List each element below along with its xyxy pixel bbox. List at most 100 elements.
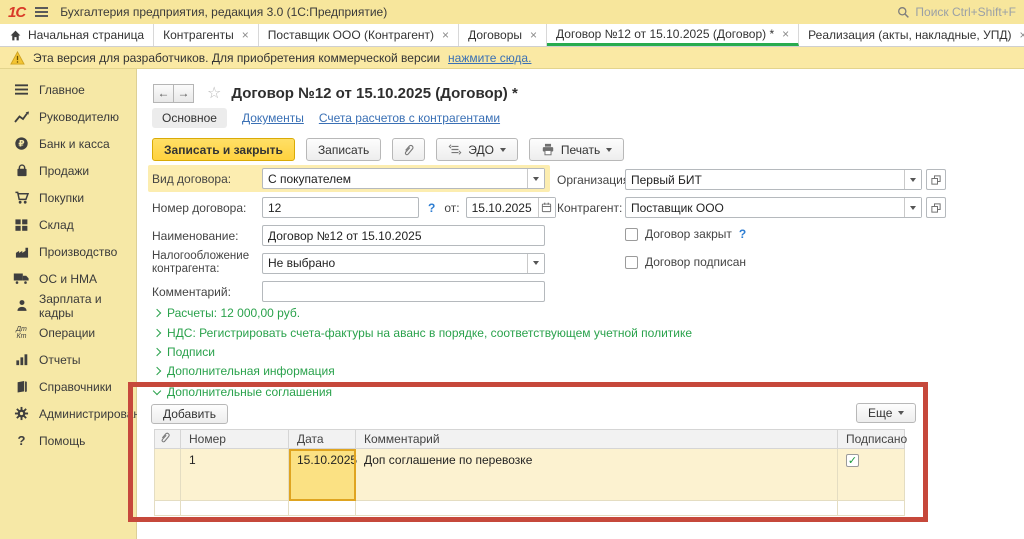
calendar-button[interactable] (538, 198, 555, 217)
sidebar-item-os-i-nma[interactable]: ОС и НМА (0, 265, 136, 292)
global-search[interactable]: Поиск Ctrl+Shift+F (897, 5, 1016, 19)
field-label: Вид договора: (152, 172, 262, 186)
contract-date-input[interactable] (467, 198, 538, 217)
attachment-cell[interactable] (155, 449, 181, 501)
tab-realizaciya[interactable]: Реализация (акты, накладные, УПД) × (799, 24, 1024, 46)
sidebar-item-bank-i-kassa[interactable]: ₽ Банк и касса (0, 130, 136, 157)
close-icon[interactable]: × (530, 28, 537, 42)
section-dop-informaciya[interactable]: Дополнительная информация (152, 364, 335, 378)
nav-link-osnovnoe[interactable]: Основное (152, 108, 227, 128)
section-podpisi[interactable]: Подписи (152, 345, 215, 359)
open-counterparty-button[interactable] (926, 197, 946, 218)
tab-bar: Начальная страница Контрагенты × Поставщ… (0, 24, 1024, 47)
sidebar-item-pokupki[interactable]: Покупки (0, 184, 136, 211)
sidebar-item-operacii[interactable]: ДтКт Операции (0, 319, 136, 346)
close-icon[interactable]: × (1019, 28, 1024, 42)
dropdown-button[interactable] (527, 254, 544, 273)
taxation-value[interactable] (263, 254, 527, 273)
tab-home[interactable]: Начальная страница (0, 24, 154, 46)
sidebar-item-otchety[interactable]: Отчеты (0, 346, 136, 373)
home-icon (9, 29, 22, 42)
sidebar-item-pomoshch[interactable]: ? Помощь (0, 427, 136, 454)
section-dop-soglasheniya[interactable]: Дополнительные соглашения (152, 385, 332, 399)
sidebar-item-glavnoe[interactable]: Главное (0, 76, 136, 103)
taxation-select[interactable] (262, 253, 545, 274)
organization-select[interactable] (625, 169, 922, 190)
tab-kontragenty[interactable]: Контрагенты × (154, 24, 259, 46)
sidebar-label: Продажи (39, 164, 89, 178)
dropdown-button[interactable] (527, 169, 544, 188)
contract-closed-checkbox[interactable] (625, 228, 638, 241)
section-raschety[interactable]: Расчеты: 12 000,00 руб. (152, 306, 300, 320)
sidebar-item-administrirovanie[interactable]: Администрирование (0, 400, 136, 427)
contract-date-field[interactable] (466, 197, 556, 218)
sidebar-item-spravochniki[interactable]: Справочники (0, 373, 136, 400)
column-header-number[interactable]: Номер (181, 430, 289, 449)
attachments-button[interactable] (392, 138, 425, 161)
signed-checkbox-checked[interactable]: ✓ (846, 454, 859, 467)
paperclip-icon (402, 143, 415, 157)
page-title: Договор №12 от 15.10.2025 (Договор) * (231, 85, 517, 102)
close-icon[interactable]: × (442, 28, 449, 42)
save-button[interactable]: Записать (306, 138, 381, 161)
column-header-date[interactable]: Дата (289, 430, 356, 449)
section-label: Расчеты: 12 000,00 руб. (167, 306, 300, 320)
attachment-column-header[interactable] (155, 430, 181, 449)
section-nds[interactable]: НДС: Регистрировать счета-фактуры на ава… (152, 326, 692, 340)
sidebar-item-proizvodstvo[interactable]: Производство (0, 238, 136, 265)
dropdown-button[interactable] (904, 198, 921, 217)
contract-name-input[interactable] (262, 225, 545, 246)
dropdown-button[interactable] (904, 170, 921, 189)
search-placeholder: Поиск Ctrl+Shift+F (915, 5, 1016, 19)
nav-link-scheta-raschetov[interactable]: Счета расчетов с контрагентами (319, 111, 500, 125)
tab-dogovory[interactable]: Договоры × (459, 24, 547, 46)
open-organization-button[interactable] (926, 169, 946, 190)
contract-signed-checkbox[interactable] (625, 256, 638, 269)
edo-exchange-icon (448, 143, 462, 156)
tab-postavshchik[interactable]: Поставщик ООО (Контрагент) × (259, 24, 459, 46)
print-button[interactable]: Печать (529, 138, 624, 161)
edo-button[interactable]: ЭДО (436, 138, 518, 161)
contract-number-input[interactable] (262, 197, 419, 218)
save-and-close-button[interactable]: Записать и закрыть (152, 138, 295, 161)
date-cell-selected[interactable]: 15.10.2025 (289, 449, 356, 501)
contract-kind-select[interactable] (262, 168, 545, 189)
contract-kind-value[interactable] (263, 169, 527, 188)
sidebar-item-zarplata-i-kadry[interactable]: Зарплата и кадры (0, 292, 136, 319)
favorite-star-icon[interactable]: ☆ (207, 83, 221, 103)
tab-label: Поставщик ООО (Контрагент) (268, 28, 434, 42)
field-label: Комментарий: (152, 285, 262, 299)
more-button[interactable]: Еще (856, 403, 916, 423)
close-icon[interactable]: × (242, 28, 249, 42)
dropdown-caret-icon (910, 178, 916, 182)
sidebar-label: Помощь (39, 434, 85, 448)
agreement-row[interactable]: 1 15.10.2025 Доп соглашение по перевозке… (155, 449, 905, 501)
comment-input[interactable] (262, 281, 545, 302)
organization-value[interactable] (626, 170, 904, 189)
add-agreement-button[interactable]: Добавить (151, 404, 228, 424)
sidebar-label: Банк и касса (39, 137, 110, 151)
developer-version-warning: Эта версия для разработчиков. Для приобр… (0, 47, 1024, 69)
signed-cell[interactable]: ✓ (838, 449, 905, 501)
tab-dogovor-12-active[interactable]: Договор №12 от 15.10.2025 (Договор) * × (547, 24, 799, 46)
sidebar-item-rukovoditelyu[interactable]: Руководителю (0, 103, 136, 130)
number-cell[interactable]: 1 (181, 449, 289, 501)
column-header-signed[interactable]: Подписано (838, 430, 905, 449)
column-header-comment[interactable]: Комментарий (356, 430, 838, 449)
counterparty-value[interactable] (626, 198, 904, 217)
main-menu-icon[interactable] (35, 7, 48, 17)
sidebar-item-sklad[interactable]: Склад (0, 211, 136, 238)
forward-button[interactable]: → (173, 84, 194, 103)
search-icon (897, 6, 910, 19)
dropdown-caret-icon (533, 261, 539, 265)
dropdown-caret-icon (500, 148, 506, 152)
nav-link-dokumenty[interactable]: Документы (242, 111, 304, 125)
close-icon[interactable]: × (782, 27, 789, 41)
back-button[interactable]: ← (153, 84, 174, 103)
comment-cell[interactable]: Доп соглашение по перевозке (356, 449, 838, 501)
number-hint[interactable]: ? (428, 201, 435, 215)
counterparty-select[interactable] (625, 197, 922, 218)
closed-hint[interactable]: ? (739, 227, 746, 241)
sidebar-item-prodazhi[interactable]: Продажи (0, 157, 136, 184)
warning-link[interactable]: нажмите сюда. (448, 51, 531, 65)
